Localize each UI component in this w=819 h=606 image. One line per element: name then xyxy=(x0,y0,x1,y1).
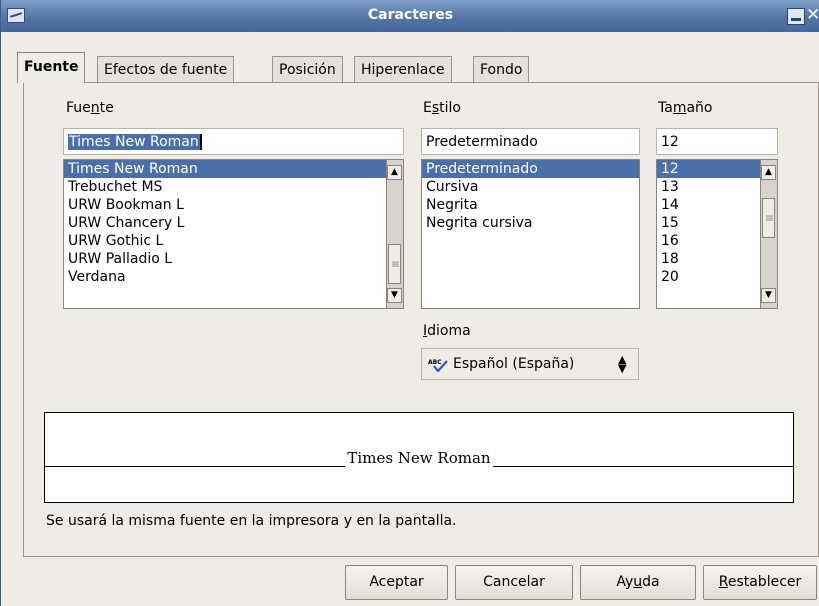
font-list-item[interactable]: Trebuchet MS xyxy=(64,178,403,196)
size-list[interactable]: 12 13 14 15 16 18 20 ▲ ▼ xyxy=(656,159,778,309)
preview-text: Times New Roman xyxy=(345,449,493,467)
style-list-item[interactable]: Negrita xyxy=(422,196,639,214)
scroll-up-icon[interactable]: ▲ xyxy=(761,165,776,180)
help-button[interactable]: Ayuda xyxy=(580,565,696,600)
tab-hiperenlace[interactable]: Hiperenlace xyxy=(354,56,452,82)
scroll-thumb[interactable] xyxy=(762,198,775,238)
font-list-item[interactable]: URW Chancery L xyxy=(64,214,403,232)
font-list-item[interactable]: URW Gothic L xyxy=(64,232,403,250)
style-label: Estilo xyxy=(423,100,461,116)
cancel-button[interactable]: Cancelar xyxy=(455,565,573,600)
font-label: Fuente xyxy=(66,100,114,116)
window-title: Caracteres xyxy=(367,7,454,23)
size-list-item[interactable]: 20 xyxy=(657,268,777,286)
size-list-item[interactable]: 12 xyxy=(657,160,777,178)
spellcheck-icon: ABC xyxy=(428,358,450,373)
language-value: Español (España) xyxy=(453,356,575,372)
language-select[interactable]: ABC Español (España) ▲ ▼ xyxy=(421,348,639,380)
scroll-down-icon[interactable]: ▼ xyxy=(387,288,402,303)
scroll-up-icon[interactable]: ▲ xyxy=(387,165,402,180)
character-dialog: Caracteres ✕ Fuente Efectos de fuente Po… xyxy=(0,0,819,606)
preview-text-wrap: Times New Roman xyxy=(45,449,793,467)
minimize-icon[interactable] xyxy=(787,8,805,25)
style-list-item[interactable]: Predeterminado xyxy=(422,160,639,178)
scroll-down-icon[interactable]: ▼ xyxy=(761,288,776,303)
font-preview: Times New Roman xyxy=(44,412,794,503)
svg-text:ABC: ABC xyxy=(428,359,442,366)
size-list-item[interactable]: 13 xyxy=(657,178,777,196)
size-list-item[interactable]: 18 xyxy=(657,250,777,268)
style-list-item[interactable]: Cursiva xyxy=(422,178,639,196)
printer-note: Se usará la misma fuente en la impresora… xyxy=(46,513,457,529)
close-icon[interactable]: ✕ xyxy=(806,5,819,25)
scroll-thumb[interactable] xyxy=(388,244,401,284)
style-list[interactable]: Predeterminado Cursiva Negrita Negrita c… xyxy=(421,159,640,309)
reset-button[interactable]: Restablecer xyxy=(703,565,817,600)
tab-efectos-de-fuente[interactable]: Efectos de fuente xyxy=(97,56,235,82)
font-list-item[interactable]: Verdana xyxy=(64,268,403,286)
tab-posicion[interactable]: Posición xyxy=(272,56,343,82)
size-list-item[interactable]: 15 xyxy=(657,214,777,232)
font-name-value: Times New Roman xyxy=(68,134,202,150)
language-label: Idioma xyxy=(423,323,471,339)
tab-fondo[interactable]: Fondo xyxy=(473,56,530,82)
ok-button[interactable]: Aceptar xyxy=(345,565,448,600)
tab-fuente[interactable]: Fuente xyxy=(17,52,86,83)
style-input[interactable]: Predeterminado xyxy=(421,128,640,155)
size-list-scrollbar[interactable]: ▲ ▼ xyxy=(760,160,777,308)
font-list-item[interactable]: URW Palladio L xyxy=(64,250,403,268)
font-name-input[interactable]: Times New Roman xyxy=(63,128,404,155)
font-list-scrollbar[interactable]: ▲ ▼ xyxy=(386,160,403,308)
size-label: Tamaño xyxy=(658,100,713,116)
size-list-item[interactable]: 14 xyxy=(657,196,777,214)
font-list-item[interactable]: Times New Roman xyxy=(64,160,403,178)
size-input[interactable]: 12 xyxy=(656,128,778,155)
select-arrows-icon: ▲ ▼ xyxy=(618,353,627,375)
size-list-item[interactable]: 16 xyxy=(657,232,777,250)
font-list[interactable]: Times New Roman Trebuchet MS URW Bookman… xyxy=(63,159,404,309)
title-bar: Caracteres ✕ xyxy=(1,0,819,32)
font-list-item[interactable]: URW Bookman L xyxy=(64,196,403,214)
style-list-item[interactable]: Negrita cursiva xyxy=(422,214,639,232)
